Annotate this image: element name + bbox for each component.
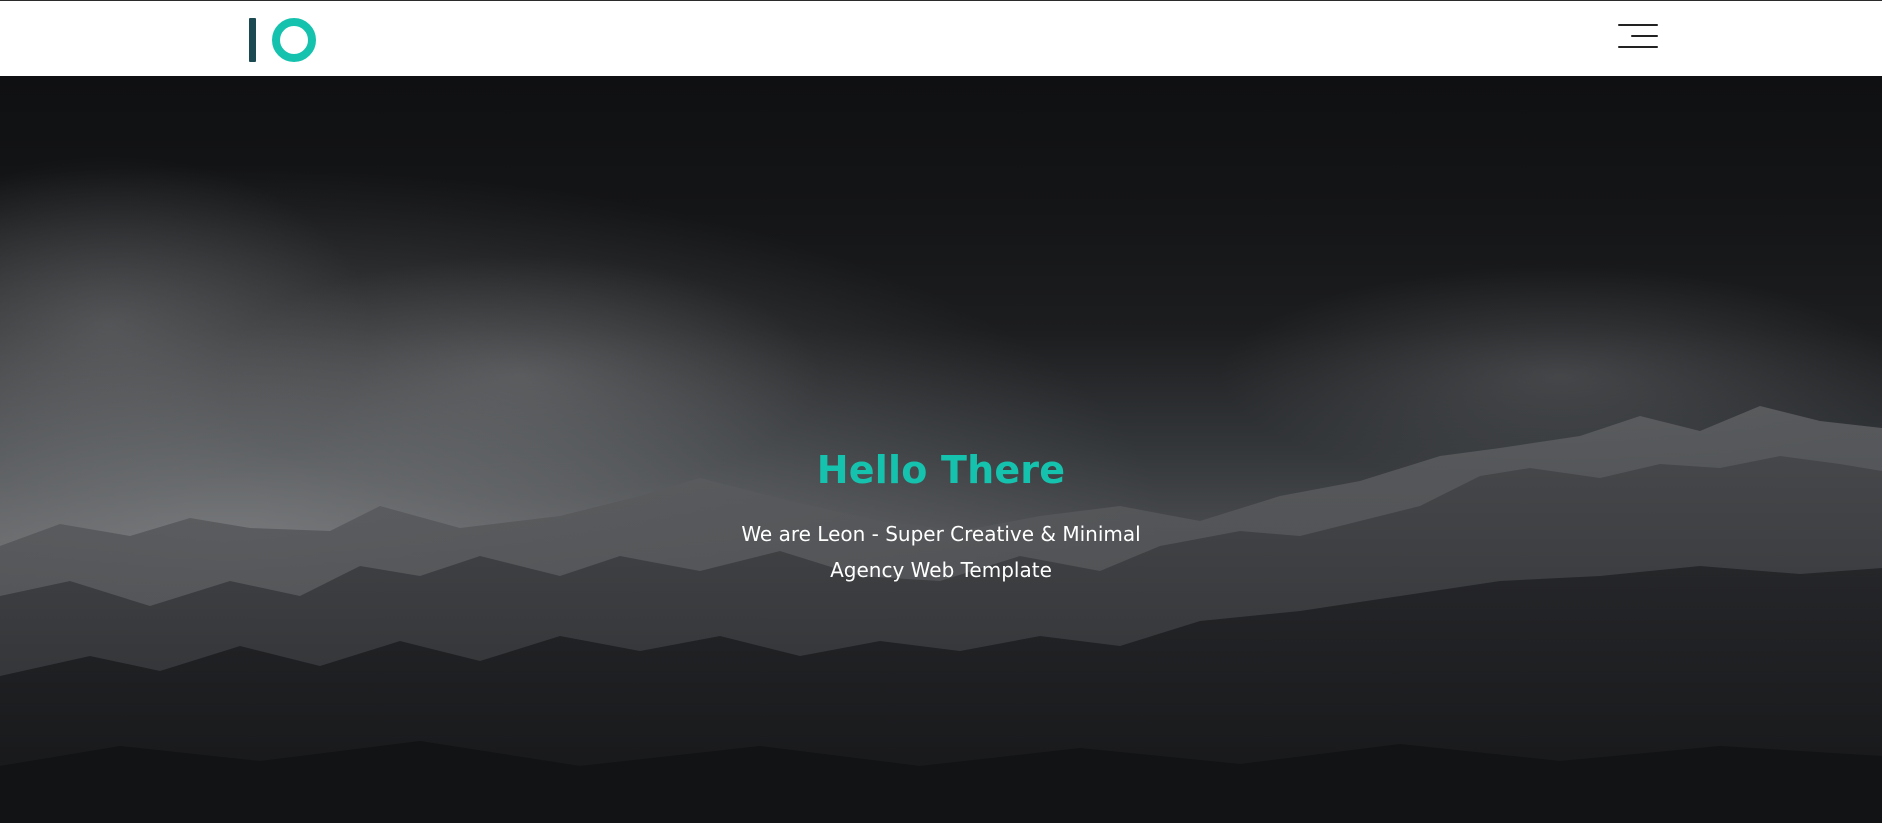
hero-subtitle: We are Leon - Super Creative & Minimal A… <box>741 521 1141 582</box>
logo-bar-icon <box>249 18 256 62</box>
hamburger-menu-icon[interactable] <box>1614 21 1658 53</box>
menu-line-top <box>1618 24 1658 26</box>
hero-content: Hello There We are Leon - Super Creative… <box>0 448 1882 588</box>
hero-title: Hello There <box>816 448 1066 492</box>
hero-section: Hello There We are Leon - Super Creative… <box>0 76 1882 823</box>
site-header <box>0 1 1882 76</box>
menu-line-bottom <box>1618 46 1658 48</box>
logo-ring-icon <box>272 18 316 62</box>
menu-line-middle <box>1631 35 1658 37</box>
logo-link[interactable] <box>248 17 318 63</box>
